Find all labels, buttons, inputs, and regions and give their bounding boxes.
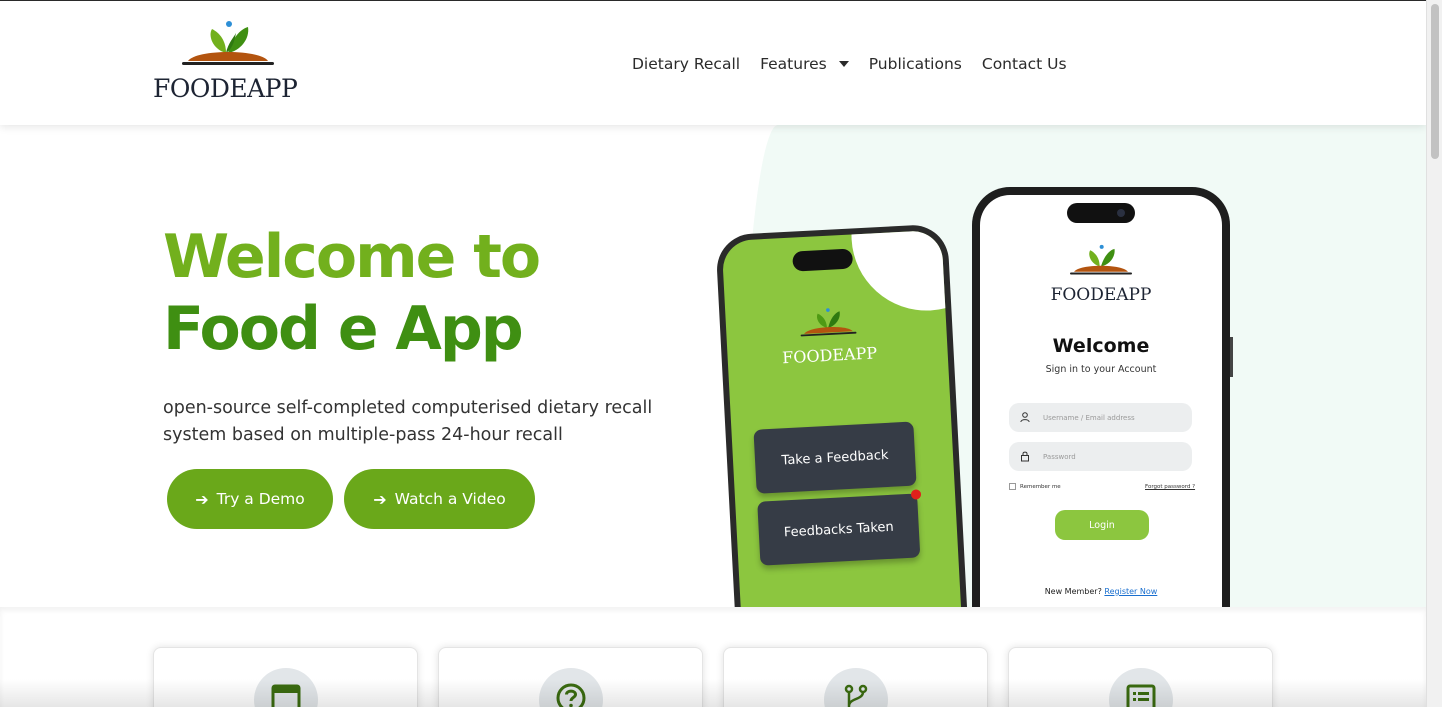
login-welcome-heading: Welcome — [1052, 335, 1150, 357]
username-placeholder: Username / Email address — [1043, 413, 1135, 422]
vertical-scrollbar[interactable] — [1426, 0, 1442, 707]
feature-card-question[interactable] — [438, 647, 703, 707]
arrow-right-icon: ➔ — [373, 489, 387, 509]
feature-icon-circle — [539, 668, 603, 707]
password-field[interactable]: Password — [1009, 442, 1192, 471]
scrollbar-thumb[interactable] — [1431, 4, 1439, 159]
user-icon — [1020, 412, 1030, 423]
app-logo: FOODEAPP — [980, 243, 1222, 305]
nav-features[interactable]: Features — [760, 55, 849, 73]
hero-title-line1: Welcome to — [163, 222, 541, 292]
login-subheading: Sign in to your Account — [1045, 364, 1157, 375]
phone-side-button — [1230, 337, 1233, 377]
branch-icon — [844, 684, 868, 707]
login-button[interactable]: Login — [1055, 510, 1149, 540]
list-icon — [1126, 684, 1156, 707]
features-section — [0, 607, 1426, 707]
phone-screen-feedback: FOODEAPP Take a Feedback Feedbacks Taken — [721, 229, 962, 635]
calendar-icon — [271, 684, 301, 707]
checkbox-box — [1009, 483, 1016, 490]
feature-card-branch[interactable] — [723, 647, 988, 707]
nav-publications[interactable]: Publications — [869, 55, 962, 73]
take-feedback-button[interactable]: Take a Feedback — [753, 421, 917, 494]
register-now-link[interactable]: Register Now — [1104, 587, 1157, 596]
hero-subtitle: open-source self-completed computerised … — [163, 398, 653, 445]
phone-notch — [1067, 203, 1135, 223]
leaf-bowl-logo-icon — [1070, 244, 1132, 275]
hero-section: Welcome to Food e App open-source self-c… — [0, 125, 1426, 636]
lock-icon — [1021, 451, 1029, 462]
password-placeholder: Password — [1043, 452, 1076, 461]
app-logo-text: FOODEAPP — [1050, 285, 1152, 305]
nav-dietary-recall[interactable]: Dietary Recall — [632, 55, 740, 73]
arrow-right-icon: ➔ — [195, 489, 209, 509]
register-prompt: New Member? Register Now — [980, 587, 1222, 596]
remember-me-checkbox[interactable]: Remember me — [1009, 483, 1061, 490]
feedbacks-taken-button[interactable]: Feedbacks Taken — [757, 489, 922, 566]
phone-mockup-login: FOODEAPP Welcome Sign in to your Account… — [972, 187, 1233, 607]
site-logo[interactable]: FOODEAPP — [153, 19, 313, 103]
nav-contact-us[interactable]: Contact Us — [982, 55, 1067, 73]
feature-icon-circle — [824, 668, 888, 707]
feedbacks-taken-label: Feedbacks Taken — [783, 519, 895, 540]
new-member-label: New Member? — [1044, 587, 1102, 596]
phone-screen-login: FOODEAPP Welcome Sign in to your Account… — [980, 195, 1222, 607]
hero-title-line2: Food e App — [163, 294, 524, 364]
forgot-password-link[interactable]: Forgot password ? — [1145, 484, 1195, 490]
caret-down-icon — [838, 60, 849, 67]
username-field[interactable]: Username / Email address — [1009, 403, 1192, 432]
leaf-bowl-logo-icon — [800, 308, 857, 337]
app-logo: FOODEAPP — [777, 303, 880, 367]
question-icon — [556, 683, 586, 707]
remember-me-label: Remember me — [1020, 483, 1061, 490]
try-demo-label: Try a Demo — [216, 490, 305, 508]
notification-dot — [910, 489, 922, 500]
phone-notch — [792, 248, 854, 272]
feature-icon-circle — [1109, 668, 1173, 707]
leaf-bowl-logo-icon — [182, 21, 274, 65]
nav-features-label: Features — [760, 55, 827, 73]
phone-mockup-feedback: FOODEAPP Take a Feedback Feedbacks Taken — [715, 223, 968, 636]
logo-text: FOODEAPP — [153, 74, 298, 103]
main-nav: Dietary Recall Features Publications Con… — [632, 55, 1087, 73]
feature-card-list[interactable] — [1008, 647, 1273, 707]
feature-icon-circle — [254, 668, 318, 707]
hero-title: Welcome to Food e App — [163, 221, 541, 365]
watch-video-button[interactable]: ➔ Watch a Video — [344, 469, 535, 529]
app-logo-text: FOODEAPP — [781, 343, 878, 368]
try-demo-button[interactable]: ➔ Try a Demo — [167, 469, 333, 529]
site-header: FOODEAPP Dietary Recall Features Publica… — [0, 1, 1426, 125]
watch-video-label: Watch a Video — [394, 490, 506, 508]
feature-card-calendar[interactable] — [153, 647, 418, 707]
browser-window: FOODEAPP Dietary Recall Features Publica… — [0, 0, 1426, 707]
